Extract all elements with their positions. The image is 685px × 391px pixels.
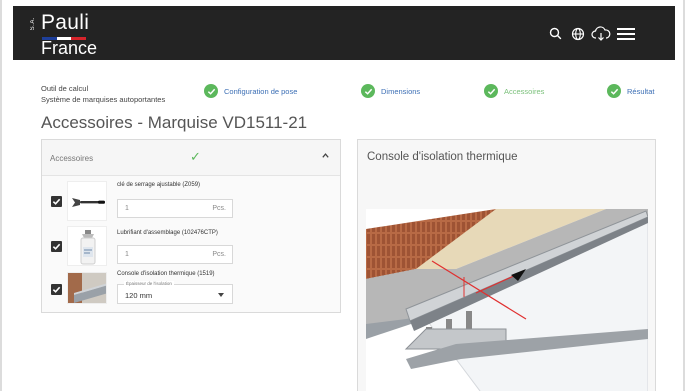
- chevron-up-icon[interactable]: [321, 151, 330, 163]
- lubricant-bottle-image: [67, 226, 107, 266]
- check-icon: ✓: [190, 149, 201, 164]
- accessories-panel-header[interactable]: Accessoires ✓: [42, 140, 340, 176]
- accessory-row: Lubrifiant d'assemblage (102476CTP) 1 Pc…: [42, 226, 340, 272]
- quantity-value: 1: [125, 251, 129, 258]
- preview-panel: Console d'isolation thermique: [357, 139, 656, 391]
- search-icon[interactable]: [547, 25, 565, 43]
- step-check-icon: [361, 84, 375, 98]
- preview-title: Console d'isolation thermique: [367, 151, 518, 163]
- accessory-name: Console d'isolation thermique (1519): [117, 271, 215, 277]
- accessory-checkbox[interactable]: [51, 196, 62, 207]
- accessories-panel-title: Accessoires: [50, 154, 94, 163]
- page: S.A. Pauli France Outil de calcul Systèm…: [0, 0, 685, 391]
- accessory-row: clé de serrage ajustable (Z059) 1 Pcs.: [42, 178, 340, 224]
- globe-icon[interactable]: [569, 25, 587, 43]
- logo-prefix: S.A.: [30, 17, 36, 31]
- step-label: Dimensions: [381, 86, 421, 96]
- console-image: [67, 272, 107, 304]
- select-value: 120 mm: [125, 291, 153, 300]
- quantity-unit: Pcs.: [212, 251, 226, 258]
- accessory-checkbox[interactable]: [51, 241, 62, 252]
- step-label: Configuration de pose: [224, 86, 298, 96]
- step-accessoires[interactable]: Accessoires: [484, 84, 544, 98]
- step-configuration[interactable]: Configuration de pose: [204, 84, 297, 98]
- brand-logo[interactable]: S.A. Pauli France: [30, 10, 140, 58]
- menu-icon[interactable]: [616, 25, 636, 43]
- step-check-icon: [484, 84, 498, 98]
- step-resultat[interactable]: Résultat: [607, 84, 655, 98]
- step-check-icon: [204, 84, 218, 98]
- step-label: Accessoires: [504, 86, 545, 96]
- cloud-download-icon[interactable]: [591, 25, 611, 43]
- quantity-field[interactable]: 1 Pcs.: [117, 199, 233, 218]
- accessory-name: clé de serrage ajustable (Z059): [117, 182, 201, 188]
- select-label: Épaisseur de l'isolation: [124, 281, 174, 286]
- accessories-panel: Accessoires ✓ clé de serrage ajustable (…: [41, 139, 341, 313]
- step-dimensions[interactable]: Dimensions: [361, 84, 420, 98]
- logo-country: France: [41, 38, 98, 58]
- caret-down-icon: [218, 293, 224, 297]
- page-title: Accessoires - Marquise VD1511-21: [41, 113, 308, 132]
- insulation-thickness-select[interactable]: Épaisseur de l'isolation 120 mm: [117, 281, 233, 304]
- wrench-image: [67, 181, 107, 221]
- thermal-console-illustration: [366, 209, 648, 391]
- logo-name: Pauli: [41, 11, 90, 34]
- quantity-value: 1: [125, 205, 129, 212]
- quantity-unit: Pcs.: [212, 205, 226, 212]
- step-check-icon: [607, 84, 621, 98]
- quantity-field[interactable]: 1 Pcs.: [117, 245, 233, 264]
- accessory-row: Console d'isolation thermique (1519) Épa…: [42, 268, 340, 314]
- site-header: S.A. Pauli France: [13, 6, 675, 60]
- accessory-name: Lubrifiant d'assemblage (102476CTP): [117, 230, 218, 236]
- tool-system: Système de marquises autoportantes: [41, 95, 166, 104]
- tool-name: Outil de calcul: [41, 84, 89, 93]
- accessory-checkbox[interactable]: [51, 284, 62, 295]
- step-label: Résultat: [627, 86, 655, 96]
